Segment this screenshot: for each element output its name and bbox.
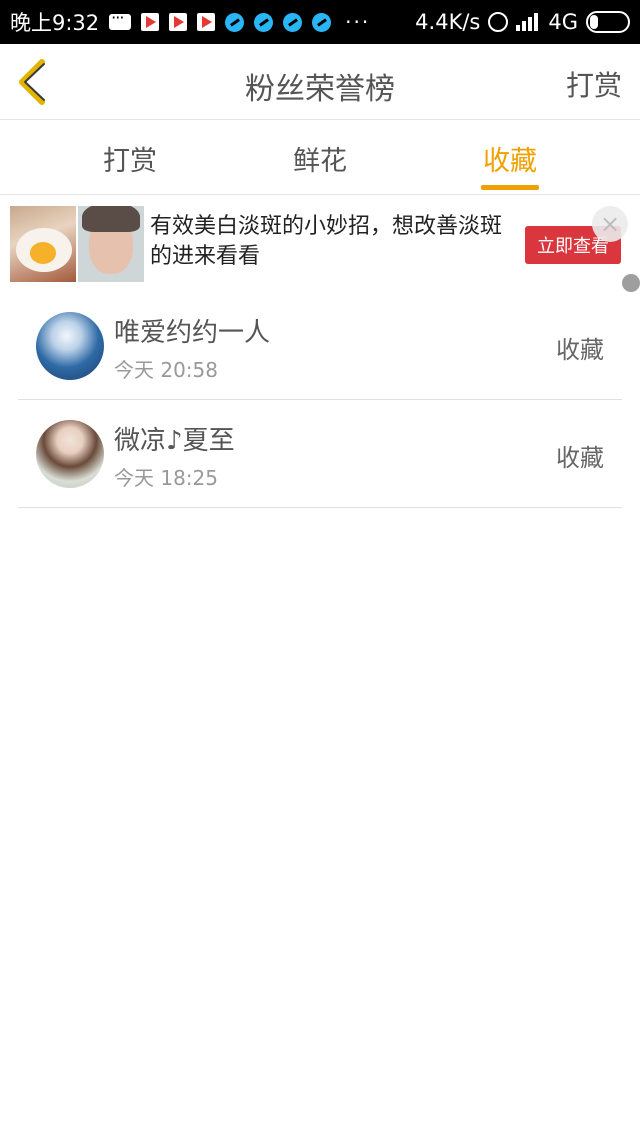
app-notification-icon xyxy=(283,12,303,32)
signal-icon xyxy=(516,13,540,31)
ad-image-egg xyxy=(10,206,76,282)
app-notification-icon xyxy=(225,12,245,32)
tab-flowers[interactable]: 鲜花 xyxy=(260,139,380,178)
list-item[interactable]: 微凉♪夏至 今天 18:25 收藏 xyxy=(18,400,622,508)
reward-button[interactable]: 打赏 xyxy=(566,64,622,104)
battery-fill xyxy=(590,15,598,29)
tab-bar: 打赏 鲜花 收藏 xyxy=(0,121,640,195)
ad-banner[interactable]: 有效美白淡斑的小妙招，想改善淡斑的进来看看 立即查看 × xyxy=(10,206,630,282)
close-icon[interactable]: × xyxy=(592,206,628,242)
active-tab-indicator xyxy=(481,185,539,190)
user-name: 微凉♪夏至 xyxy=(114,426,235,456)
avatar[interactable] xyxy=(36,420,104,488)
tab-reward[interactable]: 打赏 xyxy=(70,139,190,178)
ad-mark-icon xyxy=(622,274,640,292)
ad-text: 有效美白淡斑的小妙招，想改善淡斑的进来看看 xyxy=(150,214,503,269)
network-type: 4G xyxy=(548,10,578,34)
header: 粉丝荣誉榜 打赏 xyxy=(0,44,640,120)
battery-level: 23 xyxy=(598,14,618,30)
timestamp: 今天 18:25 xyxy=(114,466,218,490)
battery-icon: 23 xyxy=(586,11,630,33)
app-notification-icon xyxy=(254,12,274,32)
fan-list: 唯爱约约一人 今天 20:58 收藏 微凉♪夏至 今天 18:25 收藏 xyxy=(18,292,622,508)
timestamp: 今天 20:58 xyxy=(114,358,218,382)
play-store-icon xyxy=(197,13,216,31)
alarm-icon xyxy=(488,12,509,32)
user-name: 唯爱约约一人 xyxy=(114,318,271,348)
more-notifications-icon: ··· xyxy=(345,10,371,34)
action-label: 收藏 xyxy=(556,444,604,472)
status-bar: 晚上9:32 ··· 4.4K/s 4G 23 xyxy=(0,0,640,44)
play-store-icon xyxy=(169,13,188,31)
play-store-icon xyxy=(141,13,160,31)
network-speed: 4.4K/s xyxy=(415,10,481,34)
tab-favorites[interactable]: 收藏 xyxy=(450,139,570,178)
action-label: 收藏 xyxy=(556,336,604,364)
ad-image-face xyxy=(78,206,144,282)
app-notification-icon xyxy=(312,12,332,32)
avatar[interactable] xyxy=(36,312,104,380)
list-item[interactable]: 唯爱约约一人 今天 20:58 收藏 xyxy=(18,292,622,400)
status-time: 晚上9:32 xyxy=(10,11,100,35)
message-icon xyxy=(109,8,132,30)
page-title: 粉丝荣誉榜 xyxy=(245,72,395,107)
